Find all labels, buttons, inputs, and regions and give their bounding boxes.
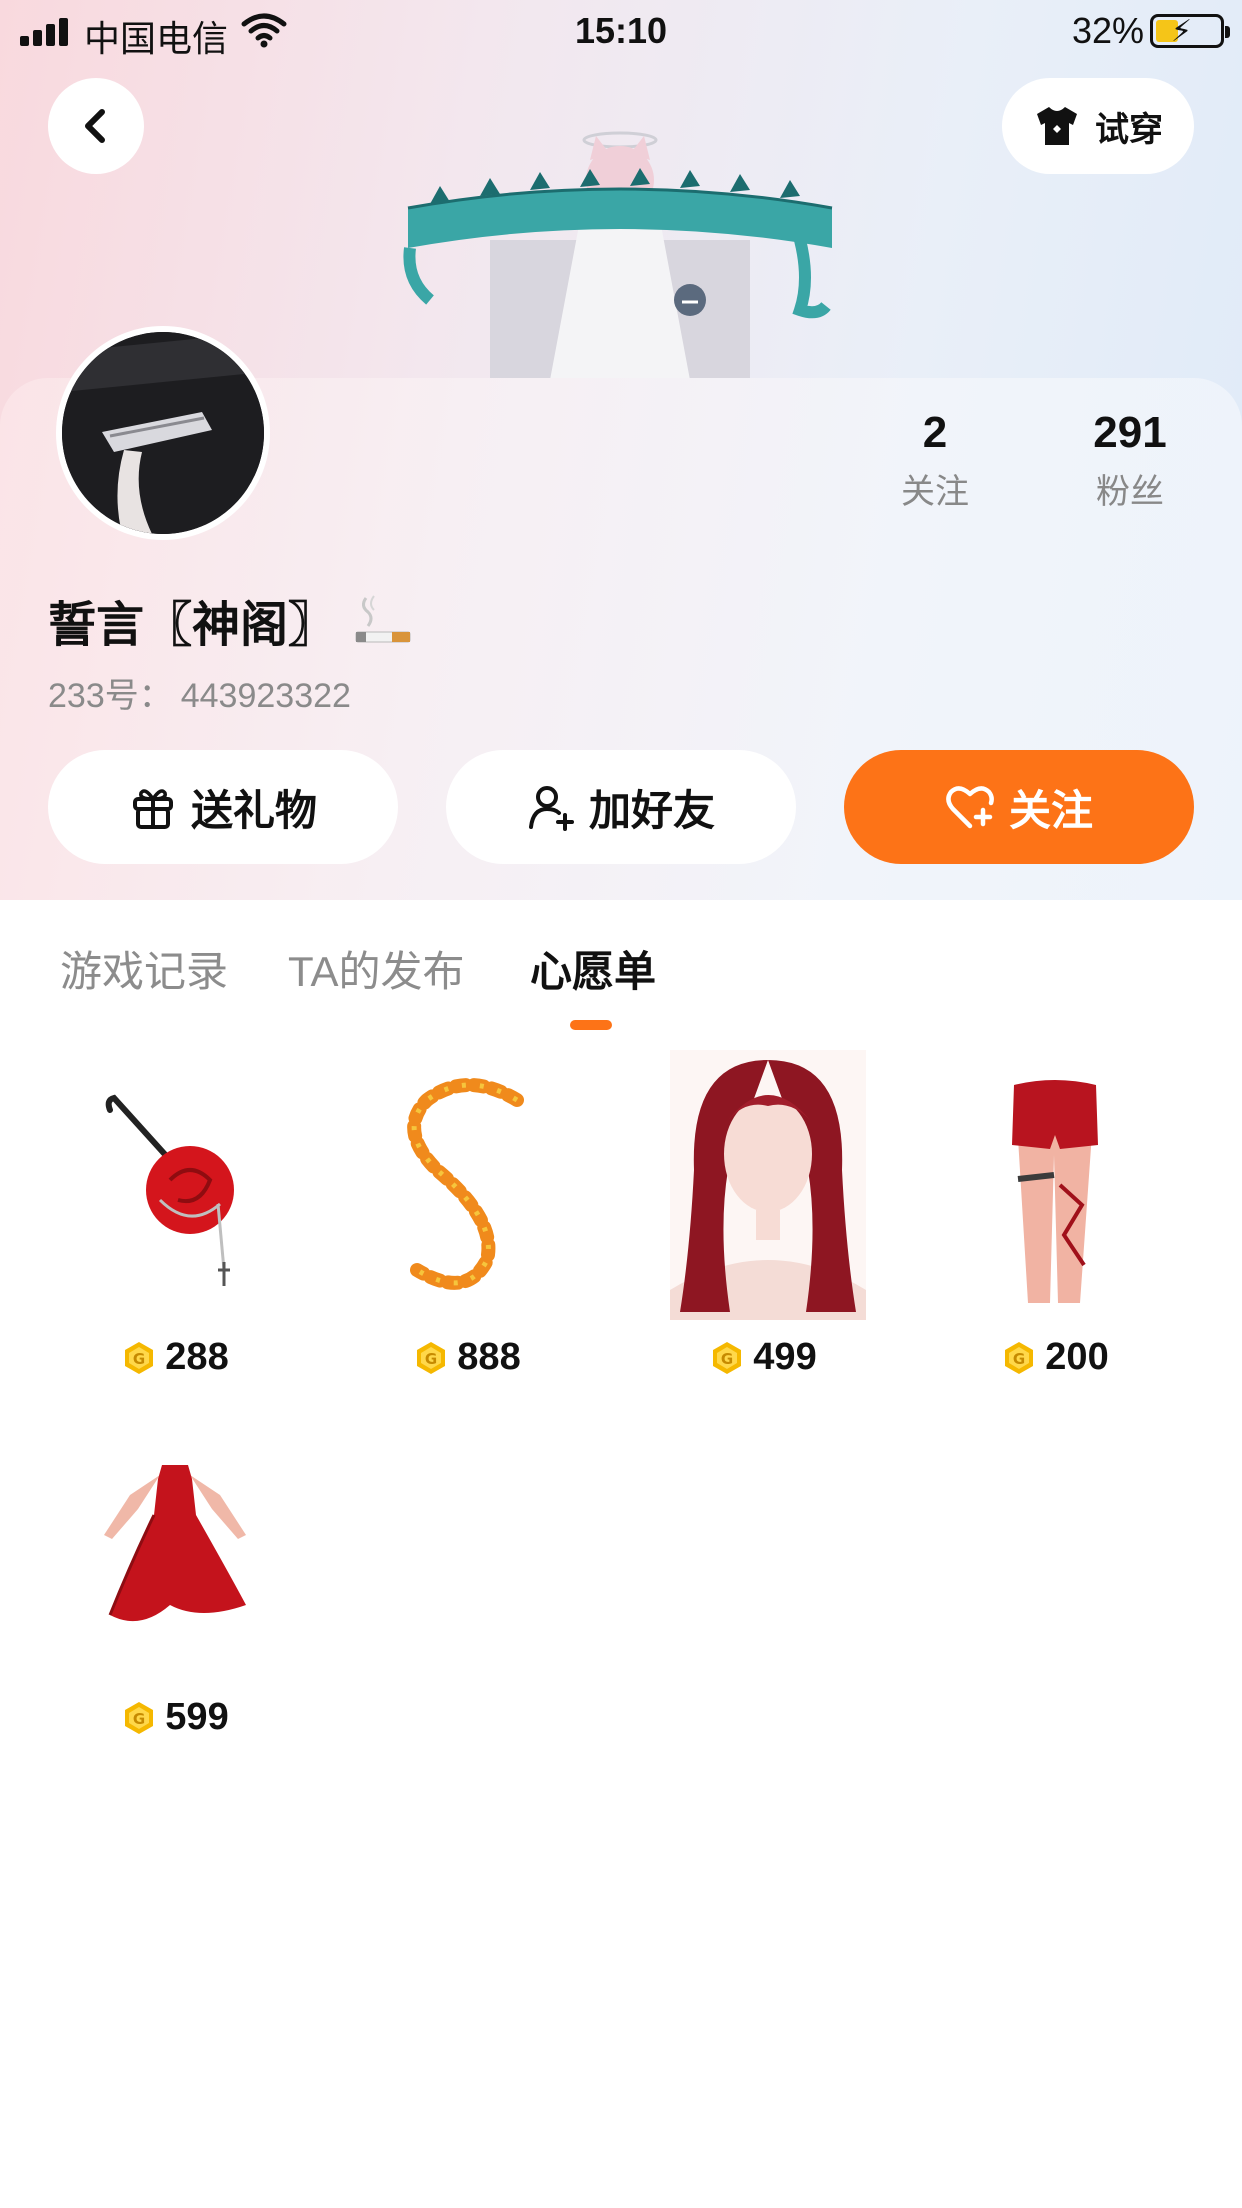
- add-user-icon: [528, 786, 574, 831]
- svg-text:G: G: [721, 1350, 733, 1368]
- follow-label: 关注: [1008, 786, 1093, 834]
- battery-icon: ⚡: [1150, 14, 1230, 48]
- follow-button[interactable]: 关注: [844, 750, 1194, 864]
- gift-icon: [132, 789, 173, 829]
- item-price-value: 200: [1045, 1336, 1109, 1378]
- user-id: 233号： 443923322: [48, 668, 351, 717]
- item-price: G 499: [618, 1336, 908, 1379]
- fans-label: 粉丝: [1096, 473, 1164, 511]
- heart-plus-icon: [946, 786, 994, 829]
- item-price-value: 599: [165, 1696, 229, 1738]
- back-button[interactable]: [48, 78, 144, 174]
- coin-icon: G: [125, 1701, 154, 1734]
- item-price: G 888: [322, 1336, 612, 1379]
- nickname: 誓言〖神阁〗: [48, 585, 412, 655]
- coin-icon: G: [417, 1341, 446, 1374]
- svg-text:G: G: [425, 1350, 437, 1368]
- battery-percentage: 32%: [1071, 10, 1144, 51]
- try-on-button[interactable]: 试穿: [1002, 78, 1194, 174]
- user-id-value: 443923322: [180, 677, 351, 715]
- fans-stat[interactable]: 291 粉丝: [1060, 408, 1200, 513]
- tab-game-records[interactable]: 游戏记录: [60, 938, 228, 999]
- leaf-trail-effect-image: [372, 1050, 562, 1320]
- following-label: 关注: [901, 473, 969, 511]
- svg-text:G: G: [1013, 1350, 1025, 1368]
- profile-tabs: 游戏记录 TA的发布 心愿单: [0, 900, 1242, 1050]
- wishlist-item[interactable]: G 599: [30, 1410, 320, 1750]
- item-price-value: 288: [165, 1336, 229, 1378]
- chevron-left-icon: [85, 109, 105, 143]
- wishlist-item[interactable]: G 200: [910, 1050, 1200, 1390]
- nickname-text: 誓言〖神阁〗: [48, 599, 337, 652]
- item-price: G 200: [910, 1336, 1200, 1379]
- red-shorts-legs-image: [960, 1050, 1150, 1320]
- shirt-icon: [1037, 107, 1077, 145]
- add-friend-label: 加好友: [588, 786, 715, 834]
- send-gift-button[interactable]: 送礼物: [48, 750, 398, 864]
- add-friend-button[interactable]: 加好友: [446, 750, 796, 864]
- red-long-hair-image: [670, 1050, 866, 1320]
- status-bar: 中国电信 15:10 32% ⚡: [0, 0, 1242, 62]
- tab-wishlist[interactable]: 心愿单: [530, 938, 656, 999]
- cigarette-icon: [355, 595, 411, 643]
- following-stat[interactable]: 2 关注: [870, 408, 1000, 513]
- try-on-label: 试穿: [1095, 110, 1163, 149]
- item-price-value: 499: [753, 1336, 817, 1378]
- avatar[interactable]: [56, 326, 270, 540]
- rose-accessory-image: [80, 1050, 270, 1320]
- following-count: 2: [922, 408, 948, 457]
- svg-text:G: G: [133, 1710, 145, 1728]
- svg-text:G: G: [133, 1350, 145, 1368]
- character-showcase-image: [403, 131, 833, 380]
- wishlist-item[interactable]: G 288: [30, 1050, 320, 1390]
- red-dress-image: [80, 1410, 270, 1680]
- item-price: G 599: [30, 1696, 320, 1739]
- user-id-label: 233号：: [48, 677, 173, 715]
- active-tab-indicator: [570, 1020, 612, 1030]
- tab-posts[interactable]: TA的发布: [288, 938, 465, 999]
- item-price: G 288: [30, 1336, 320, 1379]
- wishlist-item[interactable]: G 888: [322, 1050, 612, 1390]
- coin-icon: G: [125, 1341, 154, 1374]
- coin-icon: G: [713, 1341, 742, 1374]
- send-gift-label: 送礼物: [190, 786, 317, 834]
- wishlist-item[interactable]: G 499: [618, 1050, 908, 1390]
- item-price-value: 888: [457, 1336, 521, 1378]
- coin-icon: G: [1005, 1341, 1034, 1374]
- status-time: 15:10: [574, 10, 668, 51]
- avatar-image: [62, 332, 264, 534]
- fans-count: 291: [1093, 408, 1167, 457]
